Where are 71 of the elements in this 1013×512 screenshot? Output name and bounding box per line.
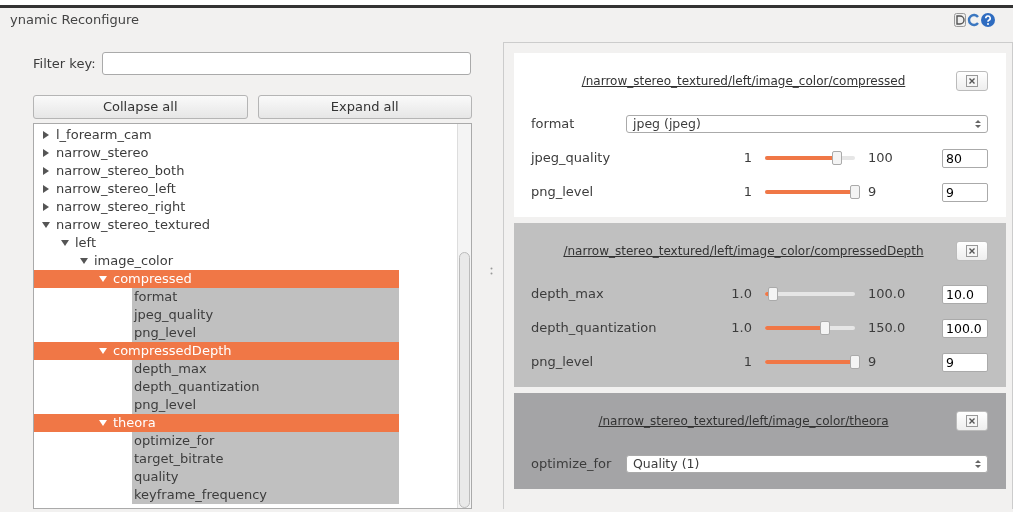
- param-label: format: [531, 115, 576, 134]
- tree-item[interactable]: target_bitrate: [132, 450, 399, 468]
- slider-max-label: 9: [867, 353, 878, 372]
- tree-item[interactable]: l_forearm_cam: [56, 125, 152, 145]
- panel-title: /narrow_stereo_textured/left/image_color/compressedDepth: [562, 243, 925, 260]
- filter-label: Filter key:: [33, 54, 96, 73]
- tree-item[interactable]: narrow_stereo_right: [56, 197, 186, 217]
- value-input[interactable]: 9: [942, 352, 988, 372]
- collapsed-arrow-icon[interactable]: [42, 185, 50, 193]
- value-input[interactable]: 10.0: [942, 284, 988, 304]
- dropdown[interactable]: jpeg (jpeg): [626, 115, 988, 133]
- scrollbar[interactable]: [457, 124, 471, 508]
- tree-item[interactable]: keyframe_frequency: [132, 486, 399, 504]
- collapsed-arrow-icon[interactable]: [42, 203, 50, 211]
- param-label: depth_max: [531, 285, 605, 304]
- value-input[interactable]: 80: [942, 148, 988, 168]
- param-label: png_level: [531, 183, 595, 202]
- param-label: jpeg_quality: [531, 149, 612, 168]
- tree-item[interactable]: format: [132, 288, 399, 306]
- tree-item[interactable]: optimize_for: [132, 432, 399, 450]
- value-input[interactable]: 9: [942, 182, 988, 202]
- tree-item[interactable]: png_level: [132, 396, 399, 414]
- tree-item[interactable]: quality: [132, 468, 399, 486]
- slider-max-label: 100.0: [867, 285, 907, 304]
- tree-item[interactable]: jpeg_quality: [132, 306, 399, 324]
- d-icon[interactable]: [954, 13, 966, 27]
- slider-min-label: 1.0: [730, 319, 753, 338]
- param-label: depth_quantization: [531, 319, 658, 338]
- expanded-arrow-icon[interactable]: [61, 239, 69, 247]
- close-button[interactable]: [956, 411, 988, 431]
- dropdown[interactable]: Quality (1): [626, 455, 988, 473]
- slider-max-label: 100: [867, 149, 894, 168]
- collapse-button[interactable]: Collapse all: [33, 95, 248, 119]
- expanded-arrow-icon[interactable]: [42, 221, 50, 229]
- spin-arrows-icon: [975, 459, 981, 469]
- close-icon: [966, 415, 978, 427]
- collapsed-arrow-icon[interactable]: [42, 167, 50, 175]
- tree-item[interactable]: left: [75, 233, 97, 253]
- collapsed-arrow-icon[interactable]: [42, 149, 50, 157]
- tree-item[interactable]: narrow_stereo: [56, 143, 149, 163]
- close-button[interactable]: [956, 71, 988, 91]
- close-icon: [966, 75, 978, 87]
- close-icon: [966, 245, 978, 257]
- filter-input[interactable]: [101, 52, 471, 75]
- expanded-arrow-icon[interactable]: [80, 257, 88, 265]
- tree-item[interactable]: depth_quantization: [132, 378, 399, 396]
- slider-max-label: 150.0: [867, 319, 907, 338]
- slider-max-label: 9: [867, 183, 878, 202]
- panel-title: /narrow_stereo_textured/left/image_color/compressed: [580, 73, 907, 90]
- param-label: png_level: [531, 353, 595, 372]
- tree-item[interactable]: image_color: [94, 251, 173, 271]
- tree-item[interactable]: narrow_stereo_left: [56, 179, 176, 199]
- slider-min-label: 1: [742, 149, 753, 168]
- splitter-grip-icon[interactable]: [490, 266, 493, 275]
- slider-min-label: 1.0: [730, 285, 753, 304]
- tree-item[interactable]: narrow_stereo_both: [56, 161, 185, 181]
- refresh-icon[interactable]: [967, 13, 980, 27]
- slider-min-label: 1: [742, 183, 753, 202]
- help-icon[interactable]: [981, 13, 995, 27]
- spin-arrows-icon: [975, 119, 981, 129]
- tree-item[interactable]: depth_max: [132, 360, 399, 378]
- panel-title: /narrow_stereo_textured/left/image_color/theora: [597, 413, 890, 430]
- param-label: optimize_for: [531, 455, 613, 474]
- tree-item[interactable]: narrow_stereo_textured: [56, 215, 211, 235]
- slider-min-label: 1: [742, 353, 753, 372]
- tree-item[interactable]: png_level: [132, 324, 399, 342]
- window-title: ynamic Reconfigure: [10, 11, 139, 30]
- expand-button[interactable]: Expand all: [257, 95, 472, 119]
- close-button[interactable]: [956, 241, 988, 261]
- value-input[interactable]: 100.0: [942, 318, 988, 338]
- collapsed-arrow-icon[interactable]: [42, 131, 50, 139]
